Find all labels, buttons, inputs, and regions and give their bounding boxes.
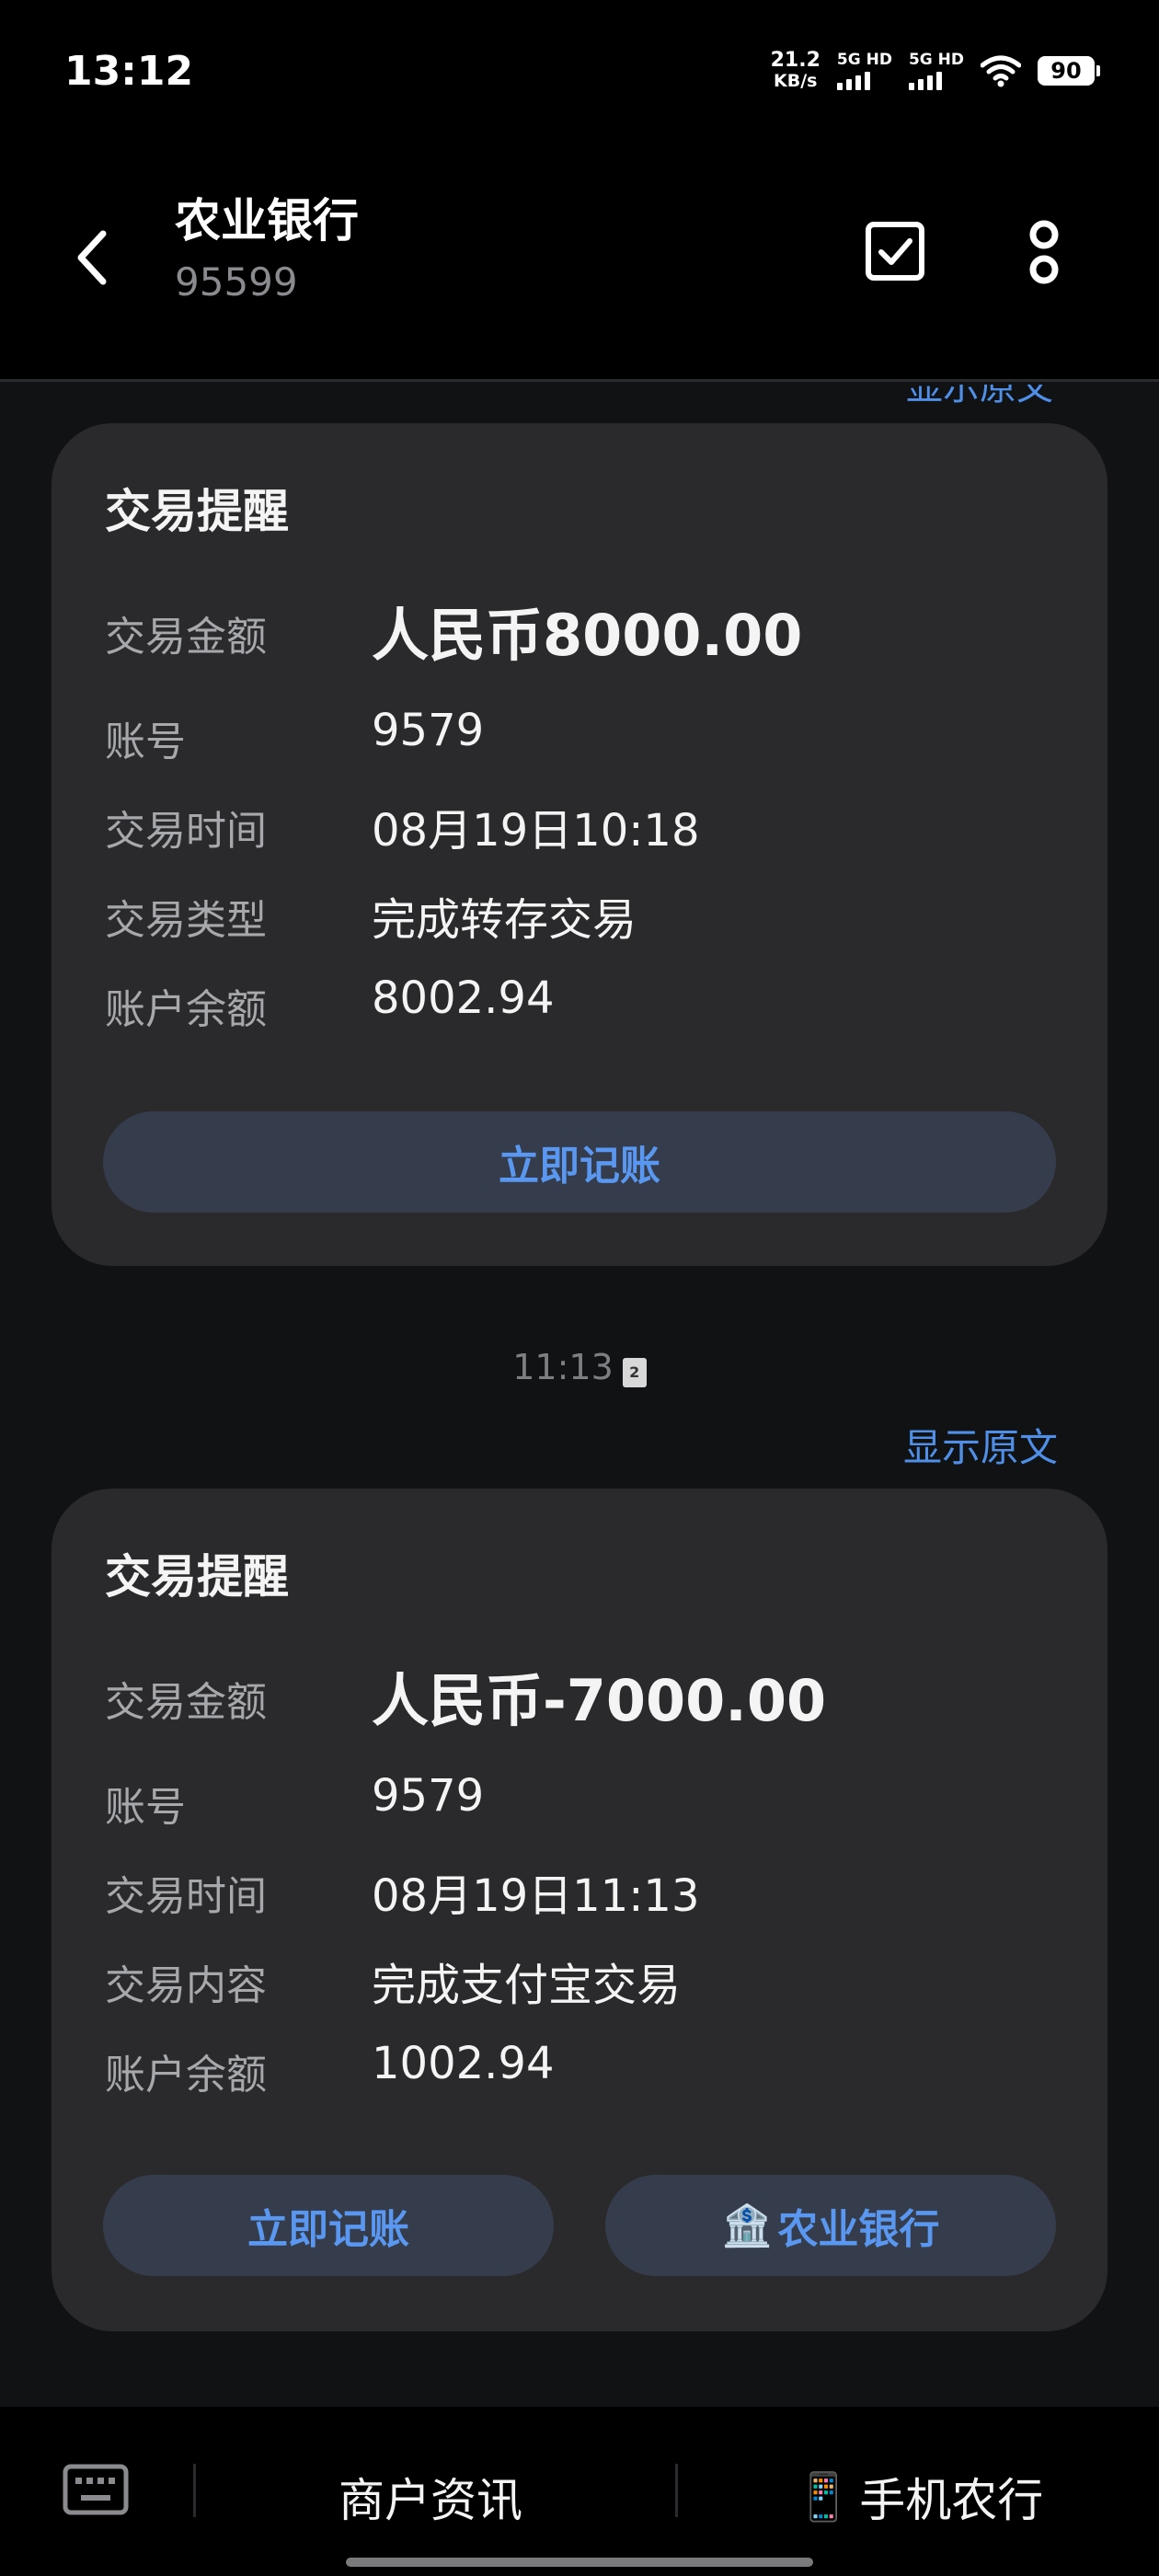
card-title: 交易提醒 bbox=[105, 485, 289, 538]
row-value: 8002.94 bbox=[372, 972, 555, 1024]
row-value: 完成支付宝交易 bbox=[372, 1960, 682, 2011]
sender-number: 95599 bbox=[175, 259, 298, 305]
bank-icon: 🏦 bbox=[721, 2202, 773, 2249]
row-label: 交易金额 bbox=[105, 1679, 267, 1726]
network-speed: 21.2 KB/s bbox=[770, 49, 820, 92]
chevron-left-icon bbox=[77, 230, 107, 285]
select-button[interactable] bbox=[865, 221, 925, 282]
row-label: 交易时间 bbox=[105, 1873, 267, 1920]
row-value: 人民币-7000.00 bbox=[372, 1667, 827, 1734]
battery-icon: 90 bbox=[1038, 56, 1100, 86]
card-title: 交易提醒 bbox=[105, 1550, 289, 1604]
bottom-menu-bar: 商户资讯 📱 手机农行 bbox=[0, 2407, 1159, 2576]
row-label: 账号 bbox=[105, 1784, 186, 1831]
row-value: 08月19日11:13 bbox=[372, 1870, 700, 1922]
status-time: 13:12 bbox=[64, 48, 194, 95]
row-label: 账户余额 bbox=[105, 2052, 267, 2099]
record-now-button[interactable]: 立即记账 bbox=[103, 2175, 554, 2276]
row-label: 交易金额 bbox=[105, 614, 267, 661]
row-label: 账户余额 bbox=[105, 986, 267, 1033]
checkbox-icon bbox=[866, 222, 924, 281]
back-button[interactable] bbox=[74, 221, 129, 294]
sim-card-icon: 2 bbox=[622, 1358, 647, 1387]
menu-divider bbox=[675, 2464, 678, 2517]
transaction-card: 交易提醒 交易金额 人民币-7000.00 账号 9579 交易时间 08月19… bbox=[52, 1489, 1107, 2331]
status-icons: 21.2 KB/s 5G HD 5G HD 90 bbox=[770, 48, 1100, 94]
home-indicator[interactable] bbox=[346, 2558, 813, 2567]
row-value: 1002.94 bbox=[372, 2038, 555, 2089]
sim2-signal-icon: 5G HD bbox=[908, 52, 964, 90]
sim1-signal-icon: 5G HD bbox=[836, 52, 892, 90]
row-label: 交易时间 bbox=[105, 808, 267, 855]
message-list[interactable]: 显示原文 交易提醒 交易金额 人民币8000.00 账号 9579 交易时间 0… bbox=[0, 385, 1159, 2407]
row-label: 交易类型 bbox=[105, 897, 267, 944]
mobile-abc-menu[interactable]: 📱 手机农行 bbox=[795, 2464, 1043, 2530]
merchant-news-menu[interactable]: 商户资讯 bbox=[339, 2464, 522, 2530]
phone-icon: 📱 bbox=[795, 2469, 853, 2524]
show-original-link-clipped[interactable]: 显示原文 bbox=[906, 385, 1053, 410]
row-value: 9579 bbox=[372, 1770, 485, 1822]
keyboard-icon bbox=[63, 2464, 129, 2515]
transaction-card: 交易提醒 交易金额 人民币8000.00 账号 9579 交易时间 08月19日… bbox=[52, 423, 1107, 1266]
keyboard-button[interactable] bbox=[63, 2464, 129, 2515]
message-timestamp: 11:13 2 bbox=[0, 1347, 1159, 1387]
row-value: 完成转存交易 bbox=[372, 894, 637, 946]
sender-name: 农业银行 bbox=[175, 194, 359, 247]
row-label: 交易内容 bbox=[105, 1962, 267, 2009]
show-original-link[interactable]: 显示原文 bbox=[903, 1417, 1058, 1473]
menu-divider bbox=[193, 2464, 196, 2517]
row-label: 账号 bbox=[105, 719, 186, 765]
more-options-icon bbox=[1029, 220, 1059, 284]
wifi-icon bbox=[981, 55, 1021, 87]
row-value: 08月19日10:18 bbox=[372, 805, 700, 857]
record-now-button[interactable]: 立即记账 bbox=[103, 1111, 1056, 1213]
status-bar: 13:12 21.2 KB/s 5G HD 5G HD 90 bbox=[0, 0, 1159, 138]
row-value: 9579 bbox=[372, 705, 485, 756]
conversation-header: 农业银行 95599 bbox=[0, 138, 1159, 382]
abc-bank-button[interactable]: 🏦 农业银行 bbox=[605, 2175, 1056, 2276]
row-value: 人民币8000.00 bbox=[372, 602, 803, 669]
more-options-button[interactable] bbox=[1016, 216, 1072, 290]
